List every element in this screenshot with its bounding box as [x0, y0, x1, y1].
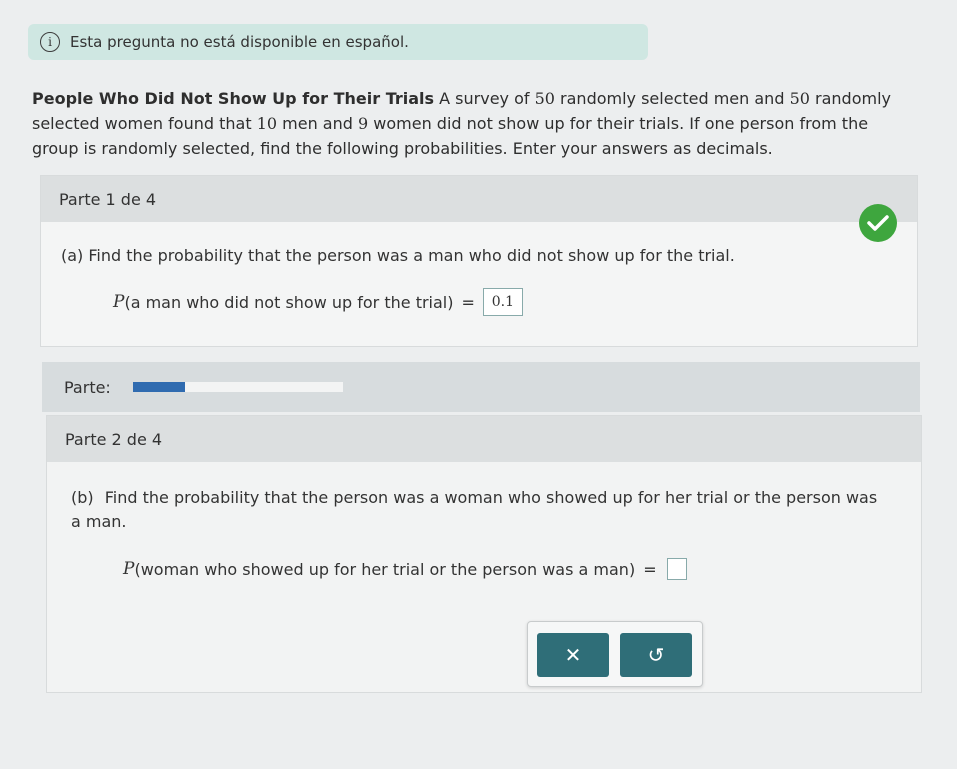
- check-icon: [859, 204, 897, 242]
- part-2-panel: Parte 2 de 4 (b) Find the probability th…: [46, 415, 922, 693]
- info-icon: i: [40, 32, 60, 52]
- problem-number: 50: [534, 89, 555, 108]
- progress-panel: Parte:: [42, 362, 920, 412]
- part-2-answer-input[interactable]: [666, 558, 687, 580]
- part-1-answer-input[interactable]: 0.1: [482, 288, 523, 316]
- undo-button[interactable]: ↺: [620, 633, 692, 677]
- action-button-group: ✕ ↺: [527, 621, 703, 687]
- progress-bar: [132, 382, 343, 392]
- part-1-panel: Parte 1 de 4 (a) Find the probability th…: [40, 175, 918, 347]
- clear-button[interactable]: ✕: [537, 633, 609, 677]
- probability-symbol: P: [113, 292, 125, 312]
- problem-text: A survey of: [434, 89, 535, 108]
- part-1-expression: P (a man who did not show up for the tri…: [113, 288, 523, 316]
- problem-title: People Who Did Not Show Up for Their Tri…: [32, 89, 435, 108]
- problem-text: randomly selected men and: [554, 89, 790, 108]
- probability-event: (a man who did not show up for the trial…: [124, 292, 454, 312]
- part-1-question: (a) Find the probability that the person…: [61, 246, 735, 265]
- part-2-header: Parte 2 de 4: [47, 416, 921, 462]
- part-2-question: (b) Find the probability that the person…: [71, 486, 891, 534]
- banner-text: Esta pregunta no está disponible en espa…: [70, 33, 409, 51]
- problem-number: 10: [256, 114, 278, 133]
- problem-number: 9: [357, 114, 369, 133]
- problem-text: men and: [277, 114, 358, 133]
- problem-statement: People Who Did Not Show Up for Their Tri…: [32, 86, 912, 161]
- part-1-header: Parte 1 de 4: [41, 176, 917, 222]
- equals-sign: =: [643, 559, 657, 579]
- language-banner: i Esta pregunta no está disponible en es…: [28, 24, 648, 60]
- probability-symbol: P: [123, 559, 135, 579]
- question-label: (b): [71, 488, 94, 507]
- progress-label: Parte:: [64, 377, 111, 397]
- progress-fill: [132, 382, 186, 392]
- part-2-expression: P (woman who showed up for her trial or …: [123, 558, 687, 580]
- problem-number: 50: [789, 89, 810, 108]
- probability-event: (woman who showed up for her trial or th…: [134, 559, 636, 579]
- question-text: Find the probability that the person was…: [71, 488, 878, 531]
- equals-sign: =: [461, 292, 475, 312]
